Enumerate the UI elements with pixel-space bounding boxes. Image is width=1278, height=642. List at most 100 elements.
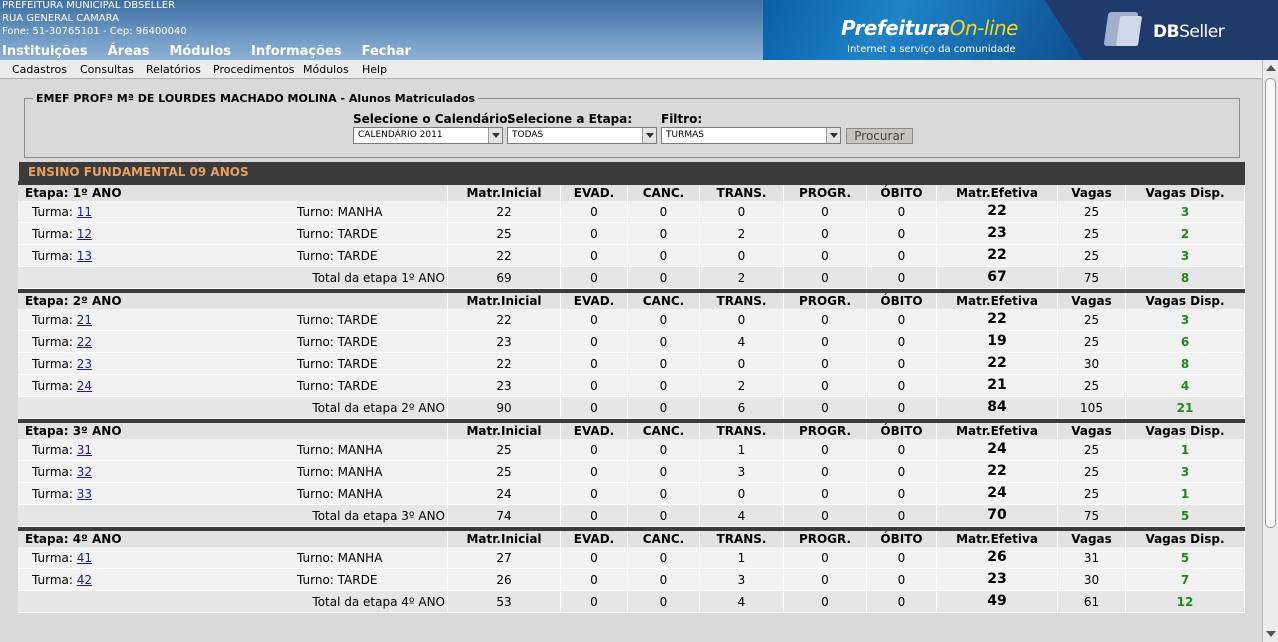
total-progr: 0 <box>784 397 867 418</box>
filtro-select[interactable]: TURMAS <box>661 127 841 144</box>
menu-consultas[interactable]: Consultas <box>80 63 134 76</box>
procurar-button[interactable]: Procurar <box>846 128 913 144</box>
header-canc: CANC. <box>628 293 700 309</box>
cell-vagas: 25 <box>1058 223 1126 244</box>
chevron-down-icon[interactable] <box>488 128 502 143</box>
scroll-up-icon[interactable] <box>1266 65 1276 71</box>
etapa-label: Selecione a Etapa: <box>507 112 633 126</box>
cell-progr: 0 <box>784 439 867 460</box>
cell-obito: 0 <box>867 569 937 590</box>
total-evad: 0 <box>561 591 628 612</box>
header-vagas: Vagas <box>1058 531 1126 547</box>
header-matr-efetiva: Matr.Efetiva <box>937 531 1058 547</box>
total-evad: 0 <box>561 505 628 526</box>
cell-obito: 0 <box>867 461 937 482</box>
calendar-select[interactable]: CALENDÁRIO 2011 <box>353 127 503 144</box>
menu-modulos-sub[interactable]: Módulos <box>303 63 349 76</box>
total-progr: 0 <box>784 505 867 526</box>
table-row: Turma: 41 Turno: MANHA 27 0 0 1 0 0 26 31 5 <box>18 547 1245 569</box>
cell-trans: 0 <box>700 353 784 374</box>
cell-canc: 0 <box>628 439 700 460</box>
header-trans: TRANS. <box>700 293 784 309</box>
table-row: Turma: 31 Turno: MANHA 25 0 0 1 0 0 24 25 1 <box>18 439 1245 461</box>
total-matr-inicial: 53 <box>448 591 561 612</box>
row-spacer <box>18 331 448 352</box>
cell-matr-efetiva: 22 <box>937 461 1058 482</box>
row-spacer <box>18 483 448 504</box>
app-header: PREFEITURA MUNICIPAL DBSELLER RUA GENERA… <box>0 0 1278 60</box>
cell-canc: 0 <box>628 223 700 244</box>
fieldset-legend: EMEF PROFª Mª DE LOURDES MACHADO MOLINA … <box>33 92 479 105</box>
scrollbar-thumb[interactable] <box>1265 78 1276 528</box>
header-matr-efetiva: Matr.Efetiva <box>937 423 1058 439</box>
menu-procedimentos[interactable]: Procedimentos <box>213 63 295 76</box>
cell-vagas-disp: 8 <box>1126 353 1245 374</box>
etapa-header-row: Etapa: 2º ANO Matr.Inicial EVAD. CANC. TRANS… <box>18 289 1245 309</box>
header-evad: EVAD. <box>561 293 628 309</box>
cell-evad: 0 <box>561 201 628 222</box>
total-matr-inicial: 74 <box>448 505 561 526</box>
row-spacer <box>18 223 448 244</box>
header-trans: TRANS. <box>700 423 784 439</box>
cell-vagas: 30 <box>1058 569 1126 590</box>
total-vagas-disp: 12 <box>1126 591 1245 612</box>
cell-canc: 0 <box>628 461 700 482</box>
main-content: EMEF PROFª Mª DE LOURDES MACHADO MOLINA … <box>0 80 1262 642</box>
vertical-scrollbar[interactable] <box>1262 60 1278 642</box>
cell-obito: 0 <box>867 309 937 330</box>
cell-progr: 0 <box>784 547 867 568</box>
cell-vagas: 25 <box>1058 461 1126 482</box>
total-matr-efetiva: 49 <box>937 591 1058 612</box>
row-spacer <box>18 439 448 460</box>
cell-evad: 0 <box>561 245 628 266</box>
total-row: Total da etapa 3º ANO 74 0 0 4 0 0 70 75 5 <box>18 505 1245 527</box>
menu-informacoes[interactable]: Informações <box>251 44 342 59</box>
cell-trans: 2 <box>700 223 784 244</box>
scroll-down-icon[interactable] <box>1266 631 1276 637</box>
cell-progr: 0 <box>784 569 867 590</box>
menu-help[interactable]: Help <box>362 63 387 76</box>
total-vagas: 75 <box>1058 267 1126 288</box>
chevron-down-icon[interactable] <box>826 128 840 143</box>
menu-modulos[interactable]: Módulos <box>169 44 231 59</box>
cell-matr-efetiva: 22 <box>937 353 1058 374</box>
row-spacer <box>18 547 448 568</box>
institution-name: PREFEITURA MUNICIPAL DBSELLER <box>2 0 176 11</box>
header-obito: ÓBITO <box>867 423 937 439</box>
cell-matr-efetiva: 23 <box>937 223 1058 244</box>
cell-obito: 0 <box>867 483 937 504</box>
cell-evad: 0 <box>561 569 628 590</box>
header-matr-efetiva: Matr.Efetiva <box>937 185 1058 201</box>
menu-cadastros[interactable]: Cadastros <box>12 63 67 76</box>
cell-vagas-disp: 6 <box>1126 331 1245 352</box>
total-canc: 0 <box>628 267 700 288</box>
menu-relatorios[interactable]: Relatórios <box>146 63 201 76</box>
cell-obito: 0 <box>867 375 937 396</box>
cell-canc: 0 <box>628 375 700 396</box>
header-obito: ÓBITO <box>867 185 937 201</box>
cell-matr-inicial: 25 <box>448 439 561 460</box>
chevron-down-icon[interactable] <box>642 128 656 143</box>
cell-matr-efetiva: 24 <box>937 439 1058 460</box>
cell-matr-inicial: 25 <box>448 223 561 244</box>
total-row: Total da etapa 1º ANO 69 0 0 2 0 0 67 75 8 <box>18 267 1245 289</box>
header-trans: TRANS. <box>700 531 784 547</box>
header-evad: EVAD. <box>561 423 628 439</box>
menu-instituicoes[interactable]: Instituições <box>2 44 88 59</box>
menu-areas[interactable]: Áreas <box>108 44 150 59</box>
menu-fechar[interactable]: Fechar <box>362 44 411 59</box>
etapa-select[interactable]: TODAS <box>507 127 657 144</box>
total-row: Total da etapa 4º ANO 53 0 0 4 0 0 49 61 12 <box>18 591 1245 613</box>
cell-vagas: 25 <box>1058 201 1126 222</box>
cell-canc: 0 <box>628 309 700 330</box>
total-trans: 6 <box>700 397 784 418</box>
total-matr-inicial: 90 <box>448 397 561 418</box>
cell-trans: 1 <box>700 439 784 460</box>
total-matr-inicial: 69 <box>448 267 561 288</box>
cell-evad: 0 <box>561 331 628 352</box>
header-obito: ÓBITO <box>867 293 937 309</box>
cell-evad: 0 <box>561 461 628 482</box>
cell-matr-efetiva: 22 <box>937 245 1058 266</box>
header-matr-inicial: Matr.Inicial <box>448 531 561 547</box>
header-progr: PROGR. <box>784 293 867 309</box>
